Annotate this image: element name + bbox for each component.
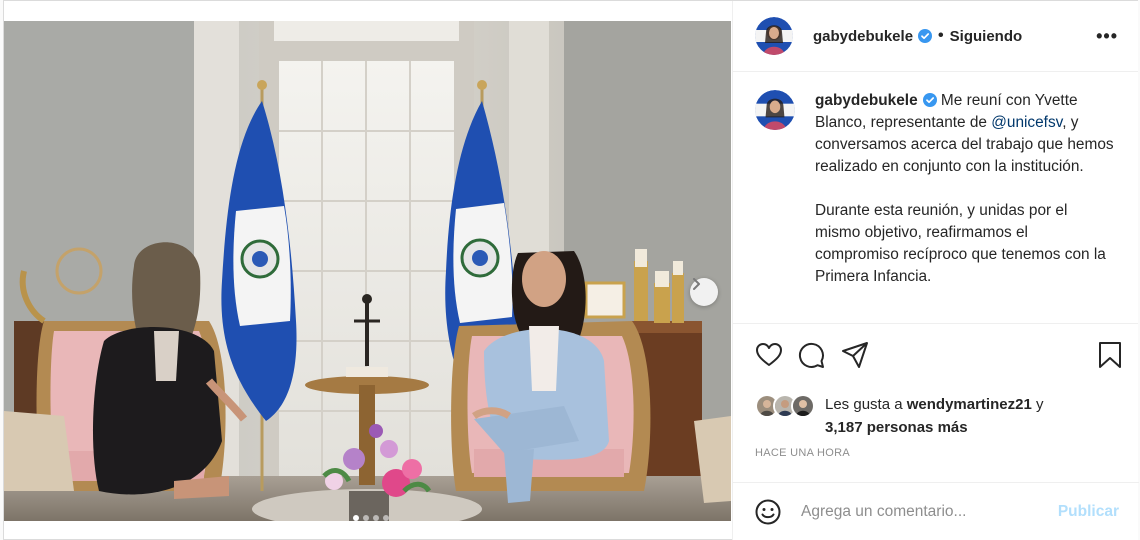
comment-form: Publicar [733, 482, 1139, 540]
comment-icon[interactable] [797, 341, 825, 369]
header-separator: • [938, 27, 944, 44]
publish-button[interactable]: Publicar [1058, 503, 1119, 521]
share-icon[interactable] [841, 341, 869, 369]
avatar [791, 394, 815, 418]
likes-conjunction: y [1035, 396, 1044, 413]
verified-badge-icon [918, 29, 933, 43]
heart-icon[interactable] [755, 341, 783, 369]
instagram-post: gabydebukele • Siguiendo ••• gabydebukel… [3, 0, 1139, 540]
post-actions [755, 341, 1125, 373]
likes-count[interactable]: 3,187 personas más [755, 416, 1125, 439]
comment-input[interactable] [801, 503, 1058, 521]
photo-illustration [4, 21, 731, 521]
post-photo[interactable] [4, 21, 731, 521]
likes-prefix: Les gusta a [825, 396, 903, 413]
emoji-icon[interactable] [755, 499, 781, 525]
carousel-dot [363, 515, 369, 521]
following-button[interactable]: Siguiendo [950, 28, 1023, 45]
mention-link[interactable]: @unicefsv [991, 114, 1062, 131]
caption-paragraph: Durante esta reunión, y unidas por el mi… [815, 202, 1106, 285]
likes-summary: Les gusta a wendymartinez21 y 3,187 pers… [755, 393, 1125, 439]
post-details-panel: gabydebukele • Siguiendo ••• gabydebukel… [732, 1, 1139, 540]
avatar[interactable] [755, 17, 793, 55]
bookmark-icon[interactable] [1097, 341, 1123, 369]
avatar-image [755, 17, 793, 55]
post-timestamp[interactable]: HACE UNA HORA [755, 447, 850, 459]
more-options-button[interactable]: ••• [1096, 26, 1118, 47]
chevron-right-icon [693, 278, 700, 290]
next-photo-button[interactable] [690, 278, 718, 306]
caption-username[interactable]: gabydebukele [815, 92, 918, 109]
verified-badge-icon [922, 93, 937, 107]
carousel-dot [383, 515, 389, 521]
avatar-image [755, 90, 795, 130]
carousel-indicator [353, 515, 389, 521]
liker-avatars[interactable] [755, 394, 821, 418]
post-author-username[interactable]: gabydebukele [813, 28, 913, 45]
liker-username[interactable]: wendymartinez21 [907, 396, 1032, 413]
carousel-dot [373, 515, 379, 521]
post-header: gabydebukele • Siguiendo ••• [733, 1, 1138, 72]
avatar[interactable] [755, 90, 795, 130]
post-caption: gabydebukele Me reuní con Yvette Blanco,… [815, 90, 1115, 323]
caption-section: gabydebukele Me reuní con Yvette Blanco,… [733, 72, 1138, 324]
carousel-dot [353, 515, 359, 521]
